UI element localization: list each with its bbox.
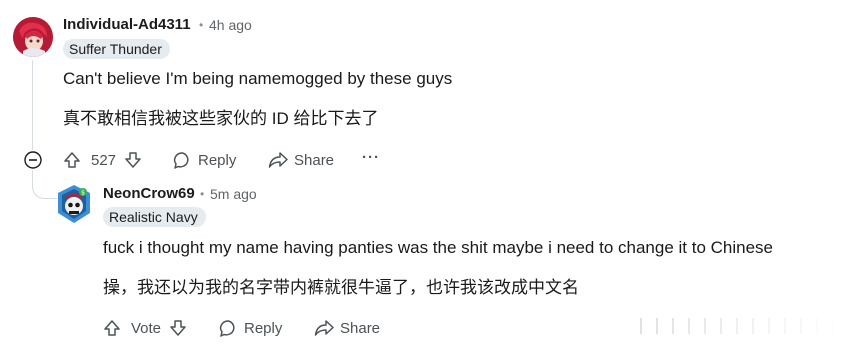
share-label: Share [294,151,335,169]
vote-count: 527 [91,151,117,169]
reply-button[interactable]: Reply [173,151,236,170]
user-flair: Suffer Thunder [63,39,170,59]
reply-button[interactable]: Reply [219,319,282,338]
downvote-icon[interactable] [169,319,187,337]
comment-text-line: Can't believe I'm being namemogged by th… [63,69,453,88]
reply-label: Reply [244,320,283,337]
thread-branch-line [32,170,57,199]
comment-text-line-translation: 操，我还以为我的名字带内裤就很牛逼了，也许我该改成中文名 [103,278,579,297]
vote-group: 527 [63,151,142,169]
more-icon: ··· [362,149,380,166]
collapse-icon[interactable] [24,151,42,169]
username[interactable]: NeonCrow69 [103,185,195,202]
separator-dot: • [199,18,204,32]
share-label: Share [340,319,381,337]
more-options-button[interactable]: ··· [362,149,380,166]
reply-bubble-icon [219,319,238,338]
svg-text:$: $ [81,190,85,197]
timestamp[interactable]: 5m ago [210,186,257,202]
user-flair: Realistic Navy [103,207,206,227]
share-arrow-icon [268,151,288,169]
share-button[interactable]: Share [268,151,334,169]
reply-bubble-icon [173,151,192,170]
thread-line [32,60,33,150]
comment-text-line: fuck i thought my name having panties wa… [103,238,774,257]
avatar[interactable] [13,17,53,57]
reply-label: Reply [198,152,237,169]
upvote-icon[interactable] [63,151,81,169]
timestamp[interactable]: 4h ago [209,17,252,33]
downvote-icon[interactable] [124,151,142,169]
username[interactable]: Individual-Ad4311 [63,16,191,33]
share-arrow-icon [314,319,334,337]
comment-text-line-translation: 真不敢相信我被这些家伙的 ID 给比下去了 [63,109,379,128]
separator-dot: • [200,187,205,201]
avatar[interactable]: $ [56,184,92,224]
upvote-icon[interactable] [103,319,121,337]
fade-decoration [640,318,854,336]
vote-label: Vote [131,319,162,337]
vote-group: Vote [103,319,187,337]
share-button[interactable]: Share [314,319,380,337]
